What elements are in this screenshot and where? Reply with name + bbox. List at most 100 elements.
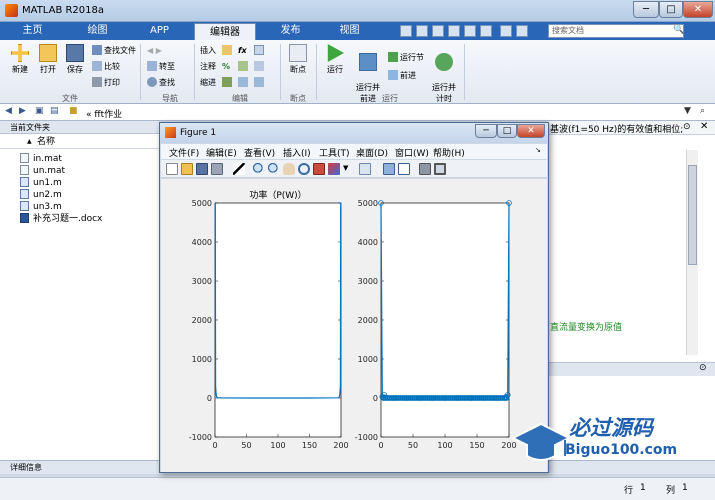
file-item[interactable]: un2.m: [20, 189, 62, 201]
open-button[interactable]: 打开: [36, 44, 60, 75]
file-item[interactable]: un3.m: [20, 201, 62, 213]
breakpoints-button[interactable]: 断点: [286, 44, 310, 75]
quick-save-icon[interactable]: [400, 25, 412, 37]
compare-button[interactable]: 比较: [92, 61, 120, 73]
plot-area[interactable]: -10000100020003000400050000 50 100 150 200功率…: [161, 179, 547, 472]
figure-menu-edit[interactable]: 编辑(E): [206, 146, 237, 159]
command-window-menu-icon[interactable]: ⊙: [699, 363, 707, 373]
figure-menu-desktop[interactable]: 桌面(D): [356, 146, 388, 159]
path-breadcrumb[interactable]: « fft作业: [86, 107, 122, 120]
run-button[interactable]: 运行: [322, 44, 348, 75]
new-button[interactable]: 新建: [8, 44, 32, 75]
figure-menu-help[interactable]: 帮助(H): [433, 146, 465, 159]
tab-view[interactable]: 视图: [322, 22, 377, 40]
quick-redo-icon[interactable]: [480, 25, 492, 37]
file-item[interactable]: 补充习题一.docx: [20, 213, 102, 225]
up-folder-icon[interactable]: ▣: [35, 106, 44, 116]
legend-icon[interactable]: [398, 163, 410, 175]
find-button[interactable]: 查找: [147, 77, 175, 89]
figure-menu-dock-icon[interactable]: ↘: [535, 146, 541, 154]
brush-icon[interactable]: [328, 163, 340, 175]
save-button[interactable]: 保存: [63, 44, 87, 75]
figure-minimize-button[interactable]: ─: [475, 124, 497, 138]
back-arrow-icon[interactable]: ◀: [5, 106, 12, 116]
back-forward-buttons[interactable]: ◀ ▶: [147, 45, 162, 57]
figure-close-button[interactable]: ✕: [517, 124, 545, 138]
quick-paste-icon[interactable]: [448, 25, 460, 37]
y-tick-label: 0: [373, 394, 378, 403]
figure-menu-insert[interactable]: 插入(I): [283, 146, 311, 159]
browse-folder-icon[interactable]: ▤: [50, 106, 59, 116]
tab-editor[interactable]: 编辑器: [194, 23, 256, 40]
pan-hand-icon[interactable]: [283, 163, 295, 175]
search-documentation-input[interactable]: 搜索文档: [548, 24, 684, 38]
quick-undo-icon[interactable]: [464, 25, 476, 37]
address-search-icon[interactable]: ⌕: [700, 106, 705, 116]
uncomment-icon[interactable]: [254, 61, 266, 73]
pointer-icon[interactable]: [233, 163, 245, 175]
scrollbar-thumb[interactable]: [688, 165, 697, 265]
close-button[interactable]: ✕: [683, 1, 713, 18]
quick-cut-icon[interactable]: [416, 25, 428, 37]
address-dropdown-icon[interactable]: ▼: [684, 106, 691, 116]
search-icon[interactable]: 🔍: [673, 25, 684, 35]
minimize-button[interactable]: ─: [633, 1, 659, 18]
figure-menu-tools[interactable]: 工具(T): [319, 146, 350, 159]
figure-window[interactable]: Figure 1 ─ □ ✕ 文件(F) 编辑(E) 查看(V) 插入(I) 工…: [159, 122, 549, 473]
editor-scrollbar[interactable]: [686, 150, 698, 355]
run-section-button[interactable]: 运行节: [388, 52, 424, 64]
figure-menu-window[interactable]: 窗口(W): [395, 146, 429, 159]
percent-comment-icon[interactable]: %: [222, 61, 230, 73]
editor-comment-line[interactable]: 直流量变换为原值: [550, 320, 622, 333]
tab-plots[interactable]: 绘图: [70, 22, 125, 40]
wrap-comment-icon[interactable]: [238, 61, 250, 73]
tab-home[interactable]: 主页: [5, 22, 60, 40]
comment-button[interactable]: 注释: [200, 61, 216, 73]
indent-button[interactable]: 缩进: [200, 77, 216, 89]
advance-button[interactable]: 前进: [388, 70, 416, 82]
figure-menu-file[interactable]: 文件(F): [169, 146, 199, 159]
editor-close-icon[interactable]: ✕: [700, 121, 708, 132]
link-plot-icon[interactable]: [359, 163, 371, 175]
figure-menu-view[interactable]: 查看(V): [244, 146, 275, 159]
insert-more-icon[interactable]: [254, 45, 266, 57]
tab-apps[interactable]: APP: [132, 22, 187, 40]
show-plot-tools-icon[interactable]: [434, 163, 446, 175]
tab-publish[interactable]: 发布: [263, 22, 318, 40]
find-files-button[interactable]: 查找文件: [92, 45, 136, 57]
insert-section-icon[interactable]: [222, 45, 234, 57]
run-and-time-button[interactable]: 运行并 计时: [430, 44, 458, 113]
name-column-header[interactable]: ▲ 名称: [0, 135, 159, 149]
figure-canvas[interactable]: -1000 0 1000 2000 3000 4000 5000 0 50 100 150 200 功率…: [161, 179, 547, 472]
print-button[interactable]: 打印: [92, 77, 120, 89]
maximize-button[interactable]: □: [659, 1, 683, 18]
editor-options-icon[interactable]: ⊙: [683, 122, 691, 132]
insert-function-button[interactable]: fx: [238, 45, 247, 57]
data-cursor-icon[interactable]: [313, 163, 325, 175]
rotate-3d-icon[interactable]: [298, 163, 310, 175]
help-icon[interactable]: [516, 25, 528, 37]
figure-title-bar[interactable]: Figure 1 ─ □ ✕: [160, 123, 548, 143]
new-figure-icon[interactable]: [166, 163, 178, 175]
smart-indent-icon[interactable]: [222, 77, 234, 89]
zoom-in-icon[interactable]: [253, 163, 265, 175]
zoom-out-icon[interactable]: [268, 163, 280, 175]
quick-copy-icon[interactable]: [432, 25, 444, 37]
figure-maximize-button[interactable]: □: [497, 124, 517, 138]
open-file-icon[interactable]: [181, 163, 193, 175]
insert-button[interactable]: 插入: [200, 45, 216, 57]
editor-code-line[interactable]: 基波(f1=50 Hz)的有效值和相位;: [550, 122, 683, 135]
file-item[interactable]: un.mat: [20, 165, 65, 177]
save-figure-icon[interactable]: [196, 163, 208, 175]
file-item[interactable]: in.mat: [20, 153, 62, 165]
forward-arrow-icon[interactable]: ▶: [19, 106, 26, 116]
file-item[interactable]: un1.m: [20, 177, 62, 189]
goto-button[interactable]: 转至: [147, 61, 175, 73]
quick-switch-icon[interactable]: [500, 25, 512, 37]
print-figure-icon[interactable]: [211, 163, 223, 175]
indent-right-icon[interactable]: [238, 77, 250, 89]
brush-dropdown-icon[interactable]: ▼: [343, 164, 351, 176]
indent-left-icon[interactable]: [254, 77, 266, 89]
colorbar-icon[interactable]: [383, 163, 395, 175]
hide-plot-tools-icon[interactable]: [419, 163, 431, 175]
